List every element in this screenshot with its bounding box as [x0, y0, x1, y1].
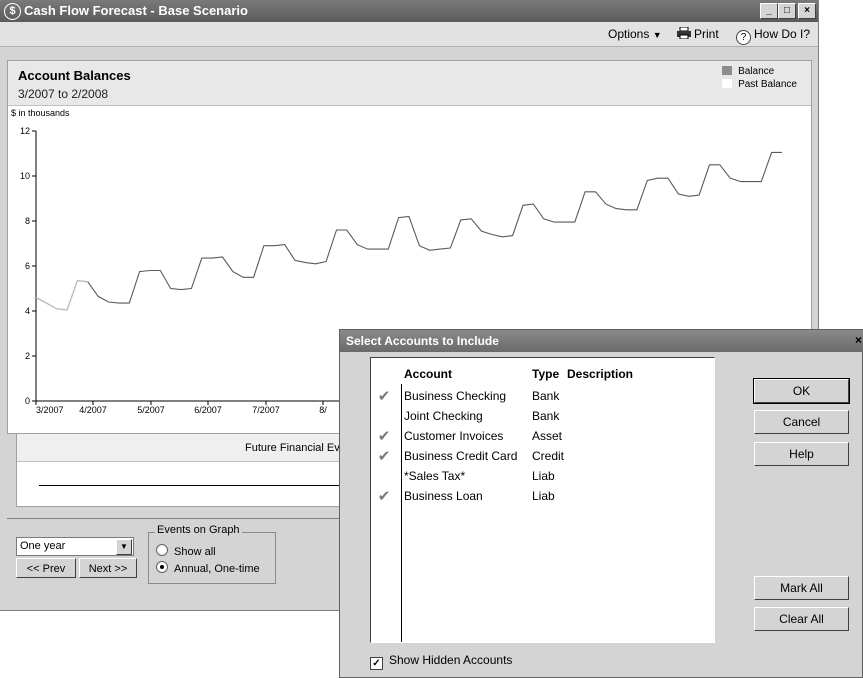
toolbar: Options ▼ Print ? How Do I? [0, 22, 818, 47]
minimize-button[interactable]: _ [760, 3, 778, 19]
account-name: Business Checking [404, 389, 507, 403]
accounts-list[interactable]: Account Type Description ✔ Business Chec… [370, 357, 715, 643]
account-name: *Sales Tax* [404, 469, 466, 483]
x-tick-label: 5/2007 [137, 405, 165, 415]
x-tick-label: 3/2007 [36, 405, 64, 415]
close-button[interactable]: × [798, 3, 816, 19]
legend-item-past-balance: Past Balance [722, 78, 797, 91]
account-type: Bank [532, 409, 560, 423]
balance-line [87, 151, 782, 304]
x-tick-label: 4/2007 [79, 405, 107, 415]
mark-all-button[interactable]: Mark All [754, 576, 849, 600]
account-name: Joint Checking [404, 409, 483, 423]
column-header-description[interactable]: Description [567, 367, 633, 381]
account-type: Liab [532, 489, 555, 503]
radio-annual-label: Annual, One-time [174, 563, 260, 575]
account-row[interactable]: ✔ Customer Invoices Asset [371, 426, 711, 446]
radio-annual-one-time[interactable]: Annual, One-time [156, 561, 260, 575]
chevron-down-icon: ▼ [652, 30, 662, 40]
dialog-close-icon[interactable]: × [855, 333, 862, 347]
column-header-account[interactable]: Account [404, 367, 452, 381]
printer-icon [677, 26, 691, 40]
y-tick-label: 8 [25, 216, 30, 226]
radio-show-all-label: Show all [174, 546, 216, 558]
past-balance-line [35, 279, 88, 311]
account-type: Liab [532, 469, 555, 483]
chart-legend: Balance Past Balance [722, 65, 797, 91]
account-row[interactable]: Joint Checking Bank [371, 406, 711, 426]
account-row[interactable]: ✔ Business Credit Card Credit [371, 446, 711, 466]
account-row[interactable]: *Sales Tax* Liab [371, 466, 711, 486]
y-tick-label: 4 [25, 306, 30, 316]
column-header-type[interactable]: Type [532, 367, 559, 381]
clear-all-button[interactable]: Clear All [754, 607, 849, 631]
chart-title: Account Balances [18, 68, 131, 83]
events-on-graph-label: Events on Graph [155, 524, 242, 536]
help-button[interactable]: Help [754, 442, 849, 466]
legend-label-balance: Balance [738, 66, 775, 77]
chart-date-range: 3/2007 to 2/2008 [18, 87, 109, 101]
radio-button-selected-icon[interactable] [156, 561, 168, 573]
events-title: Future Financial Ev [245, 442, 340, 454]
checkmark-icon[interactable]: ✔ [374, 487, 394, 505]
show-hidden-accounts-checkbox[interactable]: ✓ Show Hidden Accounts [370, 653, 512, 670]
cancel-button[interactable]: Cancel [754, 410, 849, 434]
period-value: One year [20, 540, 66, 552]
legend-label-past-balance: Past Balance [738, 79, 797, 90]
window-title: Cash Flow Forecast - Base Scenario [24, 3, 248, 18]
dialog-title: Select Accounts to Include [346, 334, 499, 348]
window-titlebar[interactable]: $ Cash Flow Forecast - Base Scenario _ □… [0, 0, 818, 22]
account-row[interactable]: ✔ Business Checking Bank [371, 386, 711, 406]
legend-item-balance: Balance [722, 65, 797, 78]
help-icon: ? [736, 30, 751, 45]
dialog-titlebar[interactable]: Select Accounts to Include × [340, 330, 863, 352]
checkmark-icon[interactable]: ✔ [374, 387, 394, 405]
account-row[interactable]: ✔ Business Loan Liab [371, 486, 711, 506]
print-button[interactable]: Print [677, 26, 719, 41]
radio-show-all[interactable]: Show all [156, 544, 216, 558]
checkmark-icon[interactable]: ✔ [374, 447, 394, 465]
next-button[interactable]: Next >> [79, 558, 137, 578]
checkbox-icon[interactable]: ✓ [370, 657, 383, 670]
account-type: Credit [532, 449, 565, 463]
account-name: Business Loan [404, 489, 483, 503]
y-tick-label: 0 [25, 396, 30, 406]
x-tick-label: 8/ [319, 405, 327, 415]
y-tick-label: 12 [20, 126, 30, 136]
how-do-i-label: How Do I? [754, 27, 811, 41]
show-hidden-accounts-label: Show Hidden Accounts [389, 653, 513, 667]
y-tick-label: 10 [20, 171, 30, 181]
account-type: Bank [532, 389, 560, 403]
legend-swatch-past-balance [722, 79, 733, 88]
chart-units: $ in thousands [11, 108, 70, 118]
y-tick-label: 2 [25, 351, 30, 361]
radio-button-icon[interactable] [156, 544, 168, 556]
maximize-button[interactable]: □ [778, 3, 796, 19]
x-tick-label: 6/2007 [194, 405, 222, 415]
x-tick-label: 7/2007 [252, 405, 280, 415]
legend-swatch-balance [722, 66, 733, 75]
account-type: Asset [532, 429, 563, 443]
ok-button[interactable]: OK [753, 378, 850, 404]
how-do-i-button[interactable]: ? How Do I? [736, 27, 810, 45]
select-accounts-dialog: Select Accounts to Include × Account Typ… [339, 329, 863, 678]
chevron-down-icon[interactable]: ▼ [116, 539, 132, 555]
options-label: Options [608, 27, 650, 41]
checkmark-icon[interactable]: ✔ [374, 427, 394, 445]
events-timeline [39, 485, 349, 486]
print-label: Print [694, 27, 719, 41]
period-select[interactable]: One year ▼ [16, 537, 134, 556]
options-menu[interactable]: Options ▼ [608, 27, 662, 41]
account-name: Business Credit Card [404, 449, 518, 463]
y-tick-label: 6 [25, 261, 30, 271]
app-icon: $ [4, 3, 21, 20]
prev-button[interactable]: << Prev [16, 558, 76, 578]
chart-header: Account Balances 3/2007 to 2/2008 Balanc… [8, 61, 811, 106]
events-on-graph-group [148, 532, 276, 584]
account-name: Customer Invoices [404, 429, 504, 443]
